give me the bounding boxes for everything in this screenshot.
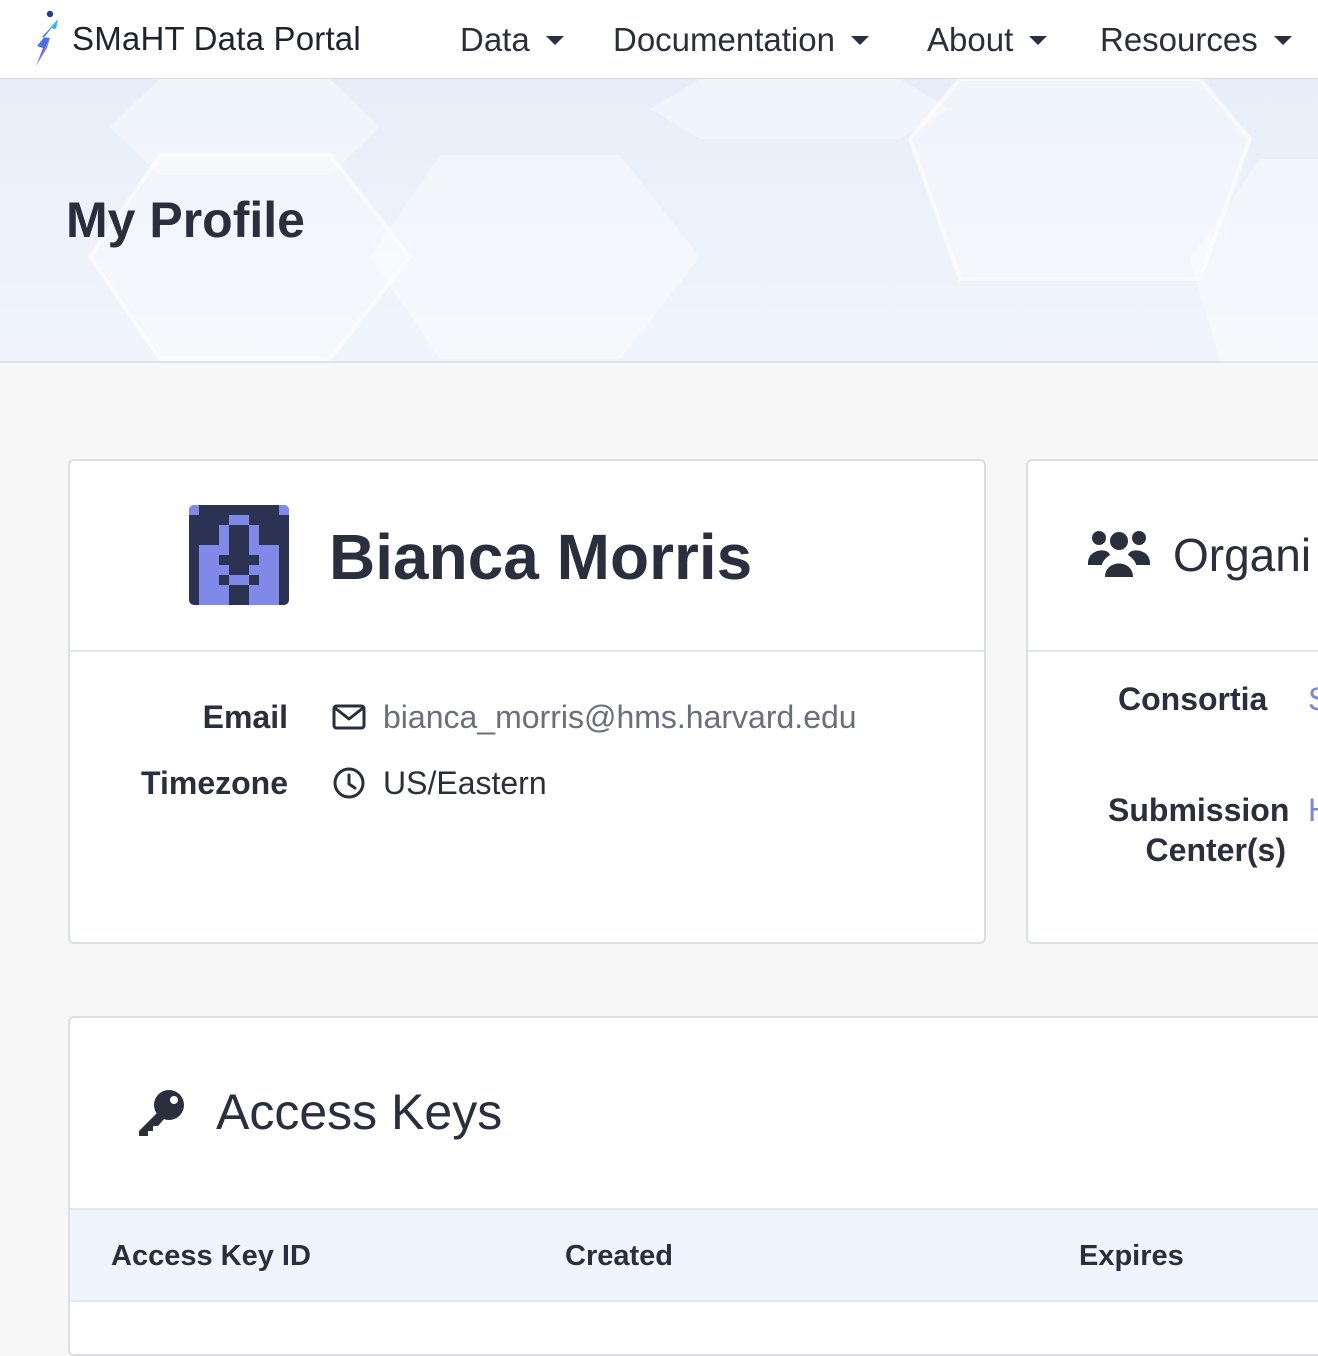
column-header-expires[interactable]: Expires xyxy=(1079,1238,1184,1274)
timezone-value: US/Eastern xyxy=(383,765,547,801)
consortia-link[interactable]: S xyxy=(1308,679,1318,719)
timezone-label: Timezone xyxy=(141,765,288,801)
access-keys-title: Access Keys xyxy=(216,1084,503,1140)
caret-down-icon xyxy=(1273,35,1292,45)
column-header-access-key-id[interactable]: Access Key ID xyxy=(111,1238,311,1274)
card-divider xyxy=(70,650,984,652)
top-navbar: SMaHT Data Portal Data Documentation Abo… xyxy=(0,0,1318,79)
users-icon xyxy=(1088,531,1150,577)
organizations-card: Organi Consortia S Submission Center(s) … xyxy=(1026,459,1318,944)
clock-icon xyxy=(333,767,365,799)
envelope-icon xyxy=(332,704,366,730)
submission-center-link[interactable]: H xyxy=(1308,790,1318,830)
page-title: My Profile xyxy=(66,192,305,248)
consortia-label: Consortia xyxy=(1118,681,1268,717)
smaht-logo-icon xyxy=(36,10,58,66)
nav-about-dropdown[interactable]: About xyxy=(927,18,1048,62)
caret-down-icon xyxy=(545,35,564,45)
nav-documentation-dropdown[interactable]: Documentation xyxy=(613,18,869,62)
nav-data-label: Data xyxy=(460,21,530,58)
submission-centers-label: Submission Center(s) xyxy=(1108,790,1290,870)
page-header-banner: My Profile xyxy=(0,79,1318,363)
submission-label-line1: Submission xyxy=(1108,792,1290,828)
access-keys-card: Access Keys Access Key ID Created Expire… xyxy=(68,1016,1318,1356)
nav-about-label: About xyxy=(927,21,1014,58)
nav-resources-label: Resources xyxy=(1100,21,1258,58)
submission-label-line2: Center(s) xyxy=(1145,832,1286,868)
user-avatar xyxy=(189,505,289,605)
card-divider xyxy=(1028,650,1318,652)
organizations-title: Organi xyxy=(1173,529,1312,581)
caret-down-icon xyxy=(850,35,869,45)
key-icon xyxy=(139,1090,184,1136)
brand-link[interactable]: SMaHT Data Portal xyxy=(28,8,361,70)
email-value[interactable]: bianca_morris@hms.harvard.edu xyxy=(383,697,857,737)
user-name: Bianca Morris xyxy=(329,521,753,593)
nav-resources-dropdown[interactable]: Resources xyxy=(1100,18,1292,62)
nav-documentation-label: Documentation xyxy=(613,21,835,58)
column-header-created[interactable]: Created xyxy=(565,1238,673,1274)
brand-name: SMaHT Data Portal xyxy=(72,20,361,57)
caret-down-icon xyxy=(1029,35,1048,45)
access-keys-table-header: Access Key ID Created Expires xyxy=(70,1208,1318,1302)
profile-card: Bianca Morris Email bianca_morris@hms.ha… xyxy=(68,459,986,944)
nav-data-dropdown[interactable]: Data xyxy=(460,18,564,62)
email-label: Email xyxy=(202,699,288,735)
